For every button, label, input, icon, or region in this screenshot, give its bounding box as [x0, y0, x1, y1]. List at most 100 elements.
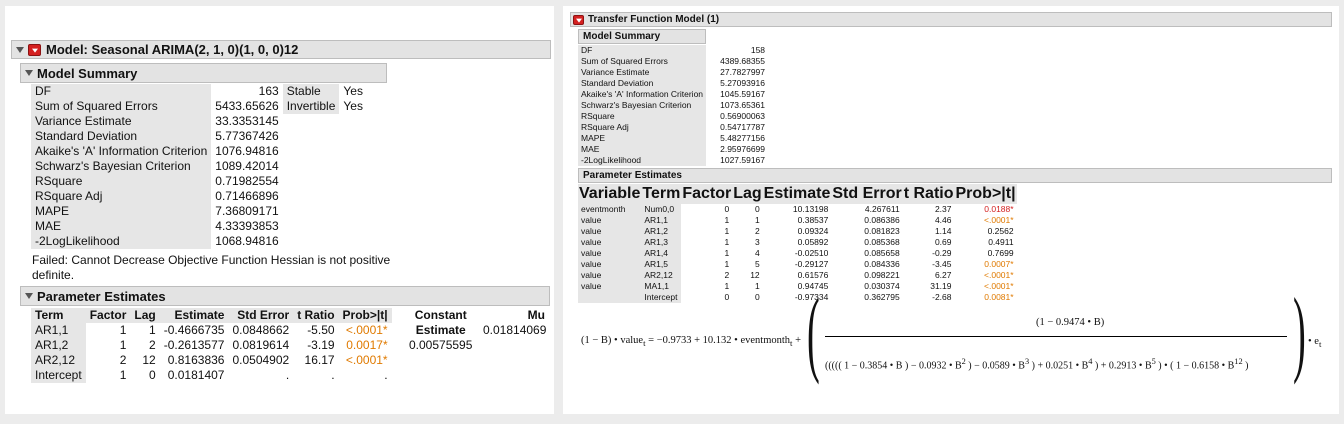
summary-label: Variance Estimate [578, 67, 707, 78]
model-summary-title: Model Summary [583, 31, 661, 42]
column-header: Std Error [831, 184, 903, 204]
summary-label: RSquare Adj [31, 189, 212, 204]
summary-row: Schwarz's Bayesian Criterion 1073.65361 [578, 100, 768, 111]
table-cell: AR1,5 [641, 259, 682, 270]
model-summary-header[interactable]: Model Summary [20, 63, 387, 83]
arima-outline-header[interactable]: Model: Seasonal ARIMA(2, 1, 0)(1, 0, 0)1… [11, 40, 551, 59]
disclosure-icon[interactable] [25, 70, 33, 76]
table-cell [578, 292, 642, 303]
disclosure-icon[interactable] [16, 46, 24, 53]
table-cell: 0.38537 [797, 215, 829, 225]
table-cell: -0.02510 [794, 248, 829, 258]
summary-label: RSquare Adj [578, 122, 707, 133]
table-cell: MA1,1 [641, 281, 682, 292]
flag-label: Invertible [282, 99, 340, 114]
mu-estimate: Mu 0.01814069 [483, 308, 547, 338]
table-cell: 2 [149, 338, 156, 352]
table-cell: 3 [754, 237, 760, 247]
summary-label: Standard Deviation [31, 129, 212, 144]
summary-row: Standard Deviation 5.27093916 [578, 78, 768, 89]
table-cell: eventmonth [578, 204, 642, 215]
table-cell: 0.94745 [797, 281, 829, 291]
table-cell: 4.46 [934, 215, 952, 225]
disclosure-icon[interactable] [25, 293, 33, 299]
table-cell: 0.0819614 [232, 338, 290, 352]
summary-row: -2LogLikelihood 1027.59167 [578, 155, 768, 166]
table-cell: AR1,2 [641, 226, 682, 237]
summary-label: -2LogLikelihood [578, 155, 707, 166]
table-cell: -3.19 [307, 338, 335, 352]
constant-header: Constant [414, 308, 467, 322]
summary-row: MAE 4.33393853 [31, 219, 367, 234]
fraction-bar [825, 336, 1287, 337]
summary-value: 1068.94816 [215, 234, 279, 248]
error-term-text: • e [1308, 336, 1319, 347]
table-cell: 0.69 [934, 237, 952, 247]
summary-value: 0.56900063 [720, 111, 766, 121]
column-header: Term [31, 308, 86, 323]
table-cell: 31.19 [930, 281, 952, 291]
table-cell: 1.14 [934, 226, 952, 236]
table-cell: 0.086386 [864, 215, 900, 225]
column-header: t Ratio [293, 308, 339, 323]
summary-value: 1089.42014 [215, 159, 279, 173]
table-cell: 0 [149, 368, 156, 382]
summary-value: 0.71982554 [215, 174, 279, 188]
big-left-paren: ( [807, 278, 820, 385]
model-summary-header[interactable]: Model Summary [578, 29, 706, 44]
table-cell: value [578, 270, 642, 281]
red-triangle-menu-icon[interactable] [573, 14, 584, 25]
arima-model-title: Model: Seasonal ARIMA(2, 1, 0)(1, 0, 0)1… [46, 42, 299, 57]
table-cell: value [578, 226, 642, 237]
table-cell: 1 [119, 338, 127, 352]
summary-value: 1027.59167 [720, 155, 766, 165]
summary-value: 5433.65626 [215, 99, 279, 113]
parameter-estimates-header[interactable]: Parameter Estimates [20, 286, 550, 306]
column-header: Lag [732, 184, 763, 204]
table-cell: <.0001* [984, 270, 1014, 280]
parameter-estimates-header[interactable]: Parameter Estimates [578, 168, 1332, 183]
mu-value: 0.01814069 [483, 323, 547, 337]
transfer-function-report: Transfer Function Model (1) Model Summar… [563, 6, 1339, 414]
table-row: value AR1,2 1 2 0.09324 0.081823 1.14 0.2562 [578, 226, 1017, 237]
summary-value: 33.3353145 [215, 114, 279, 128]
mu-header: Mu [527, 308, 545, 322]
table-cell: -0.2613577 [163, 338, 225, 352]
table-cell: -0.4666735 [163, 323, 225, 337]
summary-value: 158 [750, 45, 766, 55]
failure-message-line1: Failed: Cannot Decrease Objective Functi… [32, 253, 391, 267]
seasonal-arima-report: Model: Seasonal ARIMA(2, 1, 0)(1, 0, 0)1… [5, 6, 554, 414]
table-cell: -0.29127 [794, 259, 829, 269]
ar-term-1: 1 − 0.3854 • B [844, 360, 903, 372]
table-cell: Intercept [31, 368, 86, 383]
table-cell: 1 [724, 215, 730, 225]
equation-plus: + [795, 335, 802, 346]
table-cell: 0 [724, 292, 730, 302]
table-cell: 2 [724, 270, 730, 280]
red-triangle-menu-icon[interactable] [28, 43, 41, 56]
table-row: AR1,1 1 1 -0.4666735 0.0848662 -5.50 <.0001* [31, 323, 392, 338]
summary-label: Sum of Squared Errors [31, 99, 212, 114]
table-cell: AR1,2 [31, 338, 86, 353]
transfer-function-header[interactable]: Transfer Function Model (1) [570, 12, 1332, 27]
summary-label: -2LogLikelihood [31, 234, 212, 249]
equation-error-term: • et [1308, 336, 1321, 349]
table-cell: 1 [724, 237, 730, 247]
table-cell: 1 [754, 281, 760, 291]
table-cell: 4 [754, 248, 760, 258]
summary-row: RSquare Adj 0.54717787 [578, 122, 768, 133]
column-header: Factor [681, 184, 733, 204]
column-header: Term [641, 184, 682, 204]
summary-value: 27.7827997 [720, 67, 766, 77]
column-header: Variable [578, 184, 642, 204]
seasonal-term: 1 − 0.6158 • B [1175, 360, 1235, 372]
table-cell: <.0001* [984, 281, 1014, 291]
summary-row: Schwarz's Bayesian Criterion 1089.42014 [31, 159, 367, 174]
table-cell: . [331, 368, 335, 382]
table-cell: 16.17 [304, 353, 335, 367]
ar-term-5: + 0.2913 • B [1100, 360, 1152, 372]
table-cell: 0.0081* [984, 292, 1014, 302]
table-cell: 0 [754, 292, 760, 302]
summary-row: MAPE 5.48277156 [578, 133, 768, 144]
table-cell: 0.0181407 [167, 368, 225, 382]
